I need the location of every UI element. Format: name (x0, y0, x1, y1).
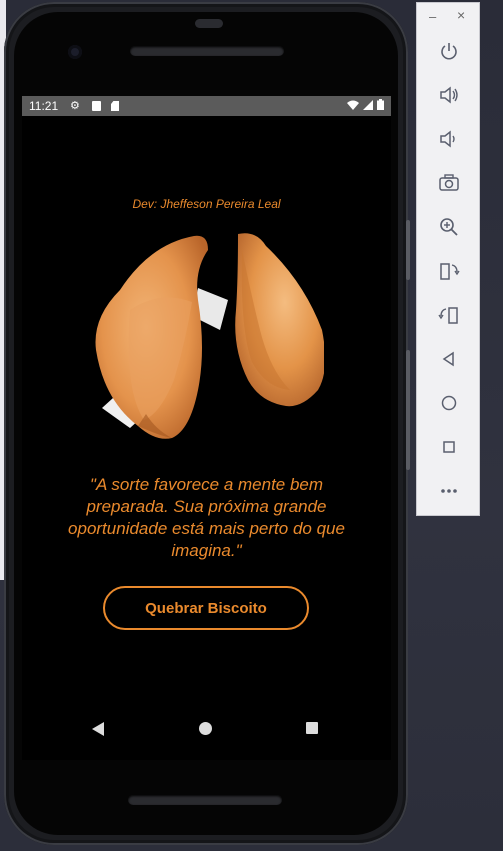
break-cookie-button[interactable]: Quebrar Biscoito (103, 586, 309, 630)
bottom-speaker-grille (128, 795, 282, 805)
power-icon[interactable] (434, 36, 464, 66)
more-icon[interactable] (434, 476, 464, 506)
status-bar: 11:21 ⚙ (22, 96, 391, 116)
notification-a-icon (92, 101, 101, 111)
zoom-icon[interactable] (434, 212, 464, 242)
emulator-toolbar: – × (416, 2, 480, 516)
camera-icon[interactable] (434, 168, 464, 198)
status-right (347, 99, 384, 110)
settings-icon: ⚙ (70, 100, 80, 112)
close-button[interactable]: × (457, 7, 465, 23)
nav-back-icon[interactable] (92, 722, 104, 736)
minimize-button[interactable]: – (429, 9, 436, 24)
status-time: 11:21 (29, 99, 59, 113)
android-nav-bar (22, 708, 391, 752)
signal-icon (363, 99, 373, 110)
nav-home-icon[interactable] (199, 722, 212, 735)
back-icon[interactable] (434, 344, 464, 374)
volume-down-icon[interactable] (434, 124, 464, 154)
battery-icon (377, 99, 384, 110)
top-speaker-grille (130, 46, 284, 56)
rotate-left-icon[interactable] (434, 256, 464, 286)
volume-up-icon[interactable] (434, 80, 464, 110)
rotate-right-icon[interactable] (434, 300, 464, 330)
nav-recents-icon[interactable] (306, 722, 318, 734)
overview-icon[interactable] (434, 432, 464, 462)
wifi-icon (347, 100, 359, 110)
home-icon[interactable] (434, 388, 464, 418)
device-screen: 11:21 ⚙ Dev: Jheffeson Pereira Leal "A s… (22, 96, 391, 760)
fortune-quote: "A sorte favorece a mente bem preparada.… (68, 475, 345, 560)
sd-card-icon (111, 101, 119, 111)
top-sensor (195, 19, 223, 28)
developer-credit: Dev: Jheffeson Pereira Leal (132, 197, 281, 211)
fortune-cookie-image (95, 233, 324, 439)
side-button-power[interactable] (406, 220, 410, 280)
front-camera (68, 45, 82, 59)
side-button-volume[interactable] (406, 350, 410, 470)
